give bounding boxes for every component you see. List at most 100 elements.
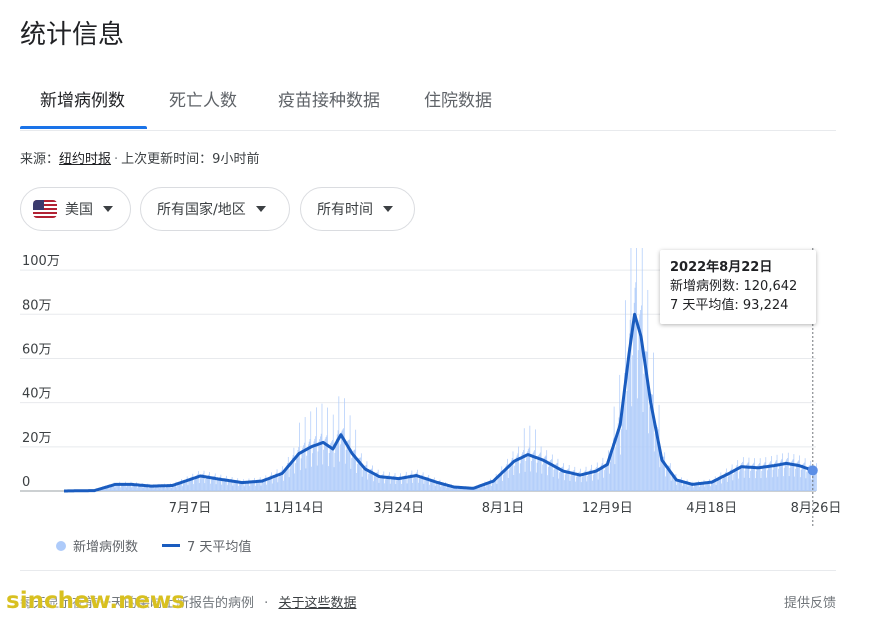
daily-bar [250,483,251,491]
daily-bar [226,475,227,491]
daily-bar [221,484,223,491]
daily-bar [540,446,542,491]
daily-bar [248,478,250,491]
daily-bar [332,414,334,491]
separator-dot: · [114,152,119,167]
daily-bar [372,481,374,491]
daily-bar [340,431,342,491]
daily-bar [738,478,739,491]
daily-bar [596,462,598,491]
x-tick-label: 4月18日 [686,501,737,516]
time-dropdown[interactable]: 所有时间 [300,187,415,231]
daily-bar [344,398,345,491]
daily-bar [582,473,584,491]
daily-bar [306,455,308,491]
daily-bar [699,484,701,491]
feedback-link[interactable]: 提供反馈 [784,592,836,611]
daily-bar [324,438,326,491]
daily-bar [742,457,744,491]
chart-legend: 新增病例数 7 天平均值 [56,536,251,555]
daily-bar [515,457,517,491]
daily-bar [307,446,308,491]
daily-bar [423,483,425,491]
daily-bar [532,452,534,491]
daily-bar [192,473,194,491]
daily-bar [763,464,764,491]
daily-bar [512,451,514,491]
daily-bar [630,248,632,491]
daily-bar [681,477,682,491]
daily-bar [231,477,233,491]
daily-bar [429,481,431,491]
daily-bar [227,482,229,491]
daily-bar [356,473,357,491]
daily-bar [710,486,711,491]
daily-bar [588,472,589,491]
daily-bar [529,425,531,491]
daily-bar [413,475,415,491]
daily-bar [171,486,173,491]
daily-bar [787,452,789,491]
daily-bar [204,483,206,491]
stats-tabs: 新增病例数 死亡人数 疫苗接种数据 住院数据 [20,82,836,131]
daily-bar [177,484,178,491]
daily-bar [383,471,385,491]
daily-bar [755,478,756,491]
daily-bar [642,412,644,491]
daily-bar [527,451,528,491]
daily-bar [776,454,778,491]
daily-bar [435,483,437,491]
daily-bar [811,479,812,491]
source-label: 来源： [20,152,60,167]
tooltip-cases: 新增病例数: 120,642 [670,279,798,294]
source-link[interactable]: 纽约时报 [59,152,111,167]
daily-bar [748,457,750,491]
daily-bar [676,484,678,491]
daily-bar [762,466,763,491]
daily-bar [774,463,775,491]
daily-bar [316,407,317,491]
daily-bar [609,462,611,491]
daily-bar [284,469,286,491]
tab-deaths[interactable]: 死亡人数 [169,86,237,111]
x-tick-label: 8月1日 [482,501,525,516]
daily-bar [670,480,672,491]
daily-bar [531,461,532,491]
daily-bar [795,463,797,491]
daily-bar [806,471,808,491]
daily-bar [749,477,751,491]
daily-bar [299,470,301,491]
daily-bar [389,472,390,491]
daily-bar [350,468,352,491]
tab-hospitalizations[interactable]: 住院数据 [424,86,492,111]
daily-bar [586,481,588,491]
region-dropdown[interactable]: 所有国家/地区 [140,187,290,231]
daily-bar [266,484,267,491]
daily-bar [641,248,643,491]
chevron-down-icon [383,206,393,212]
country-dropdown[interactable]: 美国 [20,187,131,231]
daily-bar [108,488,110,491]
about-data-link[interactable]: 关于这些数据 [278,596,356,611]
daily-bar [585,466,587,491]
x-tick-label: 8月26日 [791,501,842,516]
daily-bar [750,466,752,491]
tooltip-avg: 7 天平均值: 93,224 [670,298,789,313]
daily-bar [216,480,218,491]
daily-bar [296,452,298,491]
daily-bar [311,466,312,491]
daily-bar [468,489,470,491]
daily-bar [125,487,127,491]
daily-bar [324,440,325,491]
daily-bar [176,487,178,491]
tab-new-cases[interactable]: 新增病例数 [40,86,125,111]
daily-bar [553,469,555,491]
daily-bar [181,486,183,491]
daily-bar [440,486,442,491]
tab-vaccinations[interactable]: 疫苗接种数据 [278,86,380,111]
daily-bar [771,456,772,491]
tooltip-date: 2022年8月22日 [670,260,773,275]
daily-bar [554,465,556,491]
daily-bar [507,458,508,491]
daily-bar [255,485,256,491]
